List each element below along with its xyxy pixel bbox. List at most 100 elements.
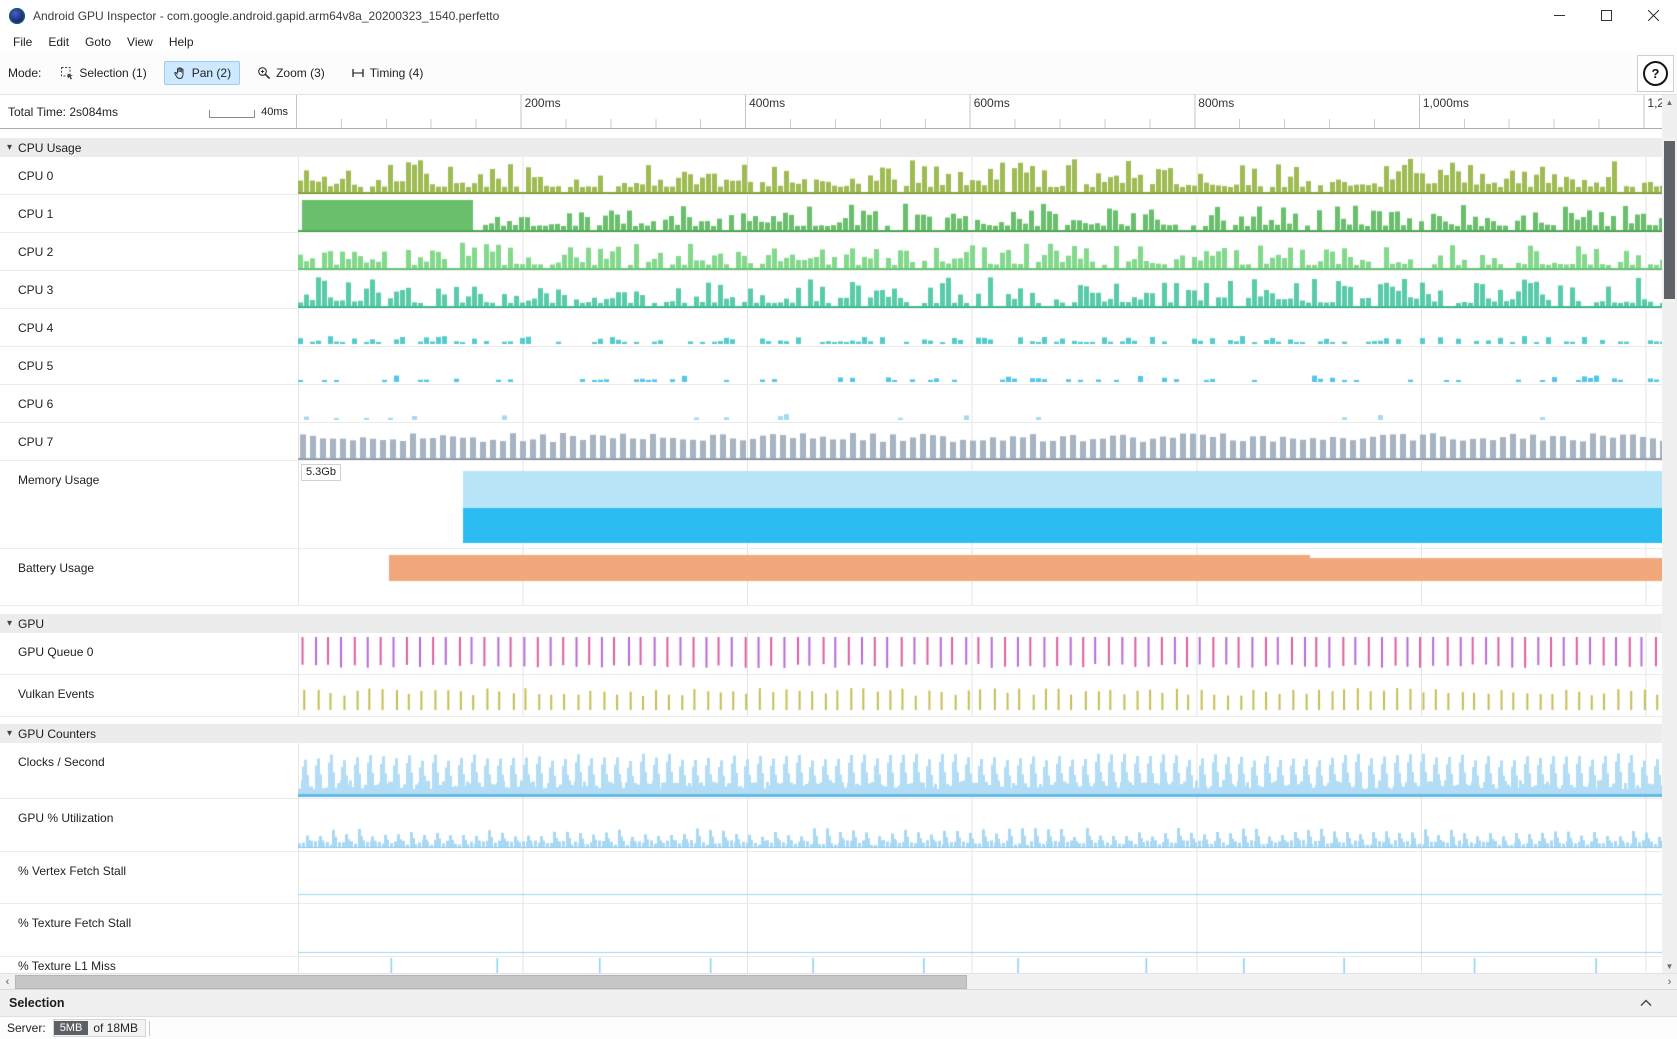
track-row-cpu-6: CPU 6 (0, 385, 1662, 423)
track-chart-cpu-6[interactable] (298, 385, 1662, 422)
section-header-label: CPU Usage (18, 141, 81, 155)
server-label: Server: (7, 1021, 46, 1035)
horizontal-scrollbar-thumb[interactable] (15, 975, 967, 989)
track-chart-cell (298, 233, 1662, 270)
track-label: % Texture L1 Miss (0, 957, 298, 973)
track-chart-cell (298, 549, 1662, 605)
ruler-time-label: 800ms (1198, 96, 1234, 110)
track-chart-cell (298, 904, 1662, 956)
zoom-icon (257, 66, 271, 80)
track-chart-cell (298, 385, 1662, 422)
track-chart-cell (298, 157, 1662, 194)
help-button[interactable]: ? (1637, 55, 1674, 92)
collapse-panel-chevron-icon[interactable] (1640, 999, 1652, 1007)
toolbar-button-timing[interactable]: Timing (4) (342, 61, 433, 85)
track-chart-cpu-7[interactable] (298, 423, 1662, 460)
horizontal-scrollbar[interactable]: ‹ › (0, 973, 1677, 989)
ruler-summary: Total Time: 2s084ms 40ms (0, 95, 296, 128)
pan-button-label: Pan (2) (192, 66, 231, 80)
section-header-gpu-counters[interactable]: ▾GPU Counters (0, 724, 1662, 743)
status-separator (149, 1021, 150, 1036)
status-bar: Server: 5MB of 18MB (0, 1016, 1677, 1039)
track-chart-memory-usage[interactable] (298, 461, 1662, 548)
app-window: Android GPU Inspector - com.google.andro… (0, 0, 1677, 1039)
menu-item-edit[interactable]: Edit (40, 33, 77, 51)
menu-item-view[interactable]: View (119, 33, 161, 51)
track-chart-cpu-3[interactable] (298, 271, 1662, 308)
memory-value-badge: 5.3Gb (301, 464, 341, 481)
vertical-scrollbar-thumb[interactable] (1664, 141, 1675, 299)
track-row-cpu-4: CPU 4 (0, 309, 1662, 347)
help-icon: ? (1643, 61, 1668, 86)
menu-item-goto[interactable]: Goto (77, 33, 119, 51)
section-header-label: GPU (18, 617, 44, 631)
maximize-button[interactable] (1583, 0, 1630, 31)
track-chart-gpu-utilization[interactable] (298, 799, 1662, 851)
minimize-button[interactable] (1536, 0, 1583, 31)
ruler-scale[interactable]: 200ms400ms600ms800ms1,000ms1,200ms (296, 95, 1662, 128)
track-chart-gpu-queue-0[interactable] (298, 633, 1662, 674)
track-chart-cell (298, 633, 1662, 674)
track-label: CPU 0 (0, 157, 298, 194)
toolbar-button-selection[interactable]: Selection (1) (51, 61, 155, 85)
app-logo-icon (9, 8, 25, 24)
collapse-arrow-icon: ▾ (7, 619, 12, 629)
track-row-vulkan-events: Vulkan Events (0, 675, 1662, 717)
scroll-left-arrow-icon[interactable]: ‹ (0, 974, 15, 989)
menu-item-file[interactable]: File (5, 33, 40, 51)
server-memory-total: of 18MB (88, 1020, 145, 1036)
menu-item-help[interactable]: Help (161, 33, 202, 51)
track-chart-cell (298, 743, 1662, 798)
track-label: CPU 1 (0, 195, 298, 232)
window-title: Android GPU Inspector - com.google.andro… (33, 9, 499, 23)
track-chart-cpu-1[interactable] (298, 195, 1662, 232)
scroll-down-arrow-icon[interactable]: ▼ (1662, 959, 1677, 973)
track-row-cpu-5: CPU 5 (0, 347, 1662, 385)
track-label: Vulkan Events (0, 675, 298, 716)
section-header-cpu-usage[interactable]: ▾CPU Usage (0, 138, 1662, 157)
track-label: CPU 4 (0, 309, 298, 346)
section-header-label: GPU Counters (18, 727, 96, 741)
track-chart-vertex-fetch-stall[interactable] (298, 852, 1662, 903)
pan-icon (173, 66, 187, 80)
track-chart-cell (298, 675, 1662, 716)
section-header-gpu[interactable]: ▾ GPU (0, 614, 1662, 633)
track-chart-cpu-4[interactable] (298, 309, 1662, 346)
track-chart-vulkan-events[interactable] (298, 675, 1662, 716)
scroll-right-arrow-icon[interactable]: › (1662, 974, 1677, 989)
track-label: CPU 6 (0, 385, 298, 422)
track-label: CPU 5 (0, 347, 298, 384)
track-row-cpu-1: CPU 1 (0, 195, 1662, 233)
title-bar: Android GPU Inspector - com.google.andro… (0, 0, 1677, 31)
toolbar-button-zoom[interactable]: Zoom (3) (248, 61, 334, 85)
track-row-texture-fetch-stall: % Texture Fetch Stall (0, 904, 1662, 957)
track-chart-cell (298, 423, 1662, 460)
track-label: % Texture Fetch Stall (0, 904, 298, 956)
scale-widget: 40ms (209, 106, 288, 118)
track-chart-clocks-second[interactable] (298, 743, 1662, 798)
track-row-clocks-second: Clocks / Second (0, 743, 1662, 799)
track-chart-cpu-0[interactable] (298, 157, 1662, 194)
track-chart-texture-l1-miss[interactable] (298, 957, 1662, 973)
scale-bracket-icon (209, 110, 255, 118)
window-controls (1536, 0, 1677, 31)
toolbar-button-pan[interactable]: Pan (2) (164, 61, 240, 85)
track-chart-texture-fetch-stall[interactable] (298, 904, 1662, 956)
track-label: CPU 7 (0, 423, 298, 460)
scroll-up-arrow-icon[interactable]: ▲ (1662, 95, 1677, 109)
zoom-button-label: Zoom (3) (276, 66, 325, 80)
track-row-vertex-fetch-stall: % Vertex Fetch Stall (0, 852, 1662, 904)
track-chart-cell (298, 195, 1662, 232)
track-spacer (0, 606, 1662, 614)
time-ruler: Total Time: 2s084ms 40ms 200ms400ms600ms… (0, 95, 1662, 129)
close-button[interactable] (1630, 0, 1677, 31)
track-row-texture-l1-miss: % Texture L1 Miss (0, 957, 1662, 973)
track-chart-cpu-5[interactable] (298, 347, 1662, 384)
track-chart-battery-usage[interactable] (298, 549, 1662, 605)
selection-panel-header[interactable]: Selection (0, 989, 1677, 1016)
track-chart-cpu-2[interactable] (298, 233, 1662, 270)
vertical-scrollbar[interactable]: ▲ ▼ (1662, 95, 1677, 973)
track-label: GPU % Utilization (0, 799, 298, 851)
track-chart-cell (298, 271, 1662, 308)
track-chart-cell (298, 799, 1662, 851)
